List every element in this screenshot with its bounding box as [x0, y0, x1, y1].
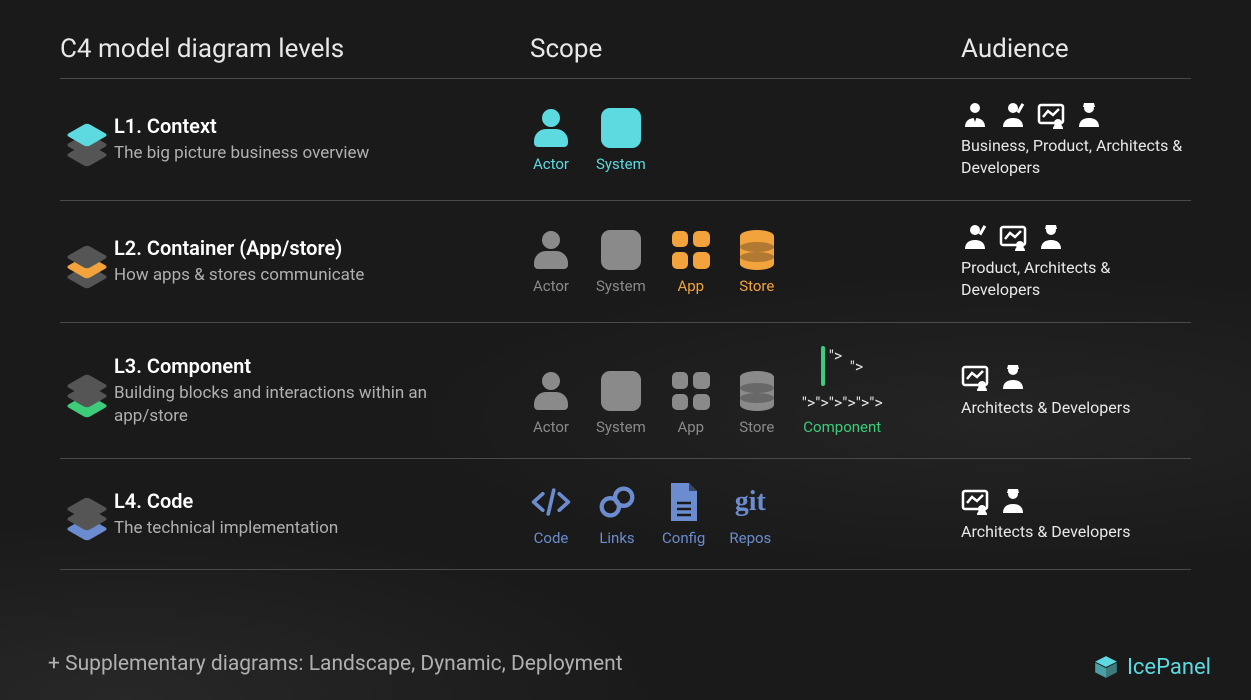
audience-cell: Product, Architects & Developers	[961, 223, 1191, 300]
level-title: L3. Component	[114, 354, 470, 378]
level-row: L4. Code The technical implementation Co…	[60, 459, 1191, 570]
level-row: L1. Context The big picture business ove…	[60, 79, 1191, 201]
archboard-icon	[1037, 101, 1065, 129]
product-icon	[961, 223, 989, 251]
scope-group: Actor System App Store	[490, 229, 961, 295]
actor-icon	[530, 229, 572, 271]
audience-cell: Business, Product, Architects & Develope…	[961, 101, 1191, 178]
scope-label: Store	[739, 277, 774, 295]
audience-text: Business, Product, Architects & Develope…	[961, 135, 1191, 178]
config-icon	[663, 481, 705, 523]
level-title: L2. Container (App/store)	[114, 236, 470, 260]
dev-icon	[999, 487, 1027, 515]
level-row: L3. Component Building blocks and intera…	[60, 323, 1191, 459]
scope-actor: Actor	[530, 107, 572, 173]
scope-code: Code	[530, 481, 572, 547]
actor-icon	[530, 107, 572, 149]
dev-icon	[1075, 101, 1103, 129]
scope-app: App	[670, 370, 712, 436]
scope-config: Config	[662, 481, 705, 547]
scope-store: Store	[736, 229, 778, 295]
stack-icon	[69, 373, 105, 409]
audience-text: Architects & Developers	[961, 397, 1191, 419]
app-icon	[670, 229, 712, 271]
scope-label: System	[596, 155, 646, 173]
store-icon	[736, 370, 778, 412]
app-icon	[670, 370, 712, 412]
scope-label: Links	[599, 529, 634, 547]
scope-label: Actor	[533, 155, 569, 173]
level-row: L2. Container (App/store) How apps & sto…	[60, 201, 1191, 323]
links-icon	[596, 481, 638, 523]
system-icon	[600, 370, 642, 412]
archboard-icon	[999, 223, 1027, 251]
audience-text: Product, Architects & Developers	[961, 257, 1191, 300]
component-icon: ">">	[821, 345, 863, 387]
scope-group: Code Links Config git Repos	[490, 481, 961, 547]
stack-icon	[69, 244, 105, 280]
audience-cell: Architects & Developers	[961, 363, 1191, 419]
product-icon	[999, 101, 1027, 129]
archboard-icon	[961, 363, 989, 391]
supplementary-text: + Supplementary diagrams: Landscape, Dyn…	[48, 652, 623, 676]
scope-label: Repos	[729, 529, 771, 547]
icepanel-logo-icon	[1093, 654, 1119, 680]
scope-label: Actor	[533, 277, 569, 295]
scope-app: App	[670, 229, 712, 295]
business-icon	[961, 101, 989, 129]
scope-store: Store	[736, 370, 778, 436]
level-subtitle: How apps & stores communicate	[114, 264, 470, 287]
scope-label: App	[677, 277, 704, 295]
header-scope: Scope	[530, 34, 961, 64]
scope-system: System	[596, 229, 646, 295]
scope-label: Actor	[533, 418, 569, 436]
level-title: L4. Code	[114, 489, 470, 513]
header-audience: Audience	[961, 34, 1191, 64]
scope-label: Config	[662, 529, 705, 547]
header-levels: C4 model diagram levels	[60, 34, 490, 64]
scope-group: Actor System App Store ">">">">">">">"> C…	[490, 345, 961, 436]
level-title: L1. Context	[114, 114, 470, 138]
store-icon	[736, 229, 778, 271]
scope-label: Code	[534, 529, 569, 547]
scope-links: Links	[596, 481, 638, 547]
system-icon	[600, 229, 642, 271]
scope-label: System	[596, 418, 646, 436]
scope-repos: git Repos	[729, 481, 771, 547]
table-header: C4 model diagram levels Scope Audience	[60, 34, 1191, 79]
code-icon	[530, 481, 572, 523]
dev-icon	[1037, 223, 1065, 251]
scope-actor: Actor	[530, 229, 572, 295]
level-subtitle: The big picture business overview	[114, 142, 470, 165]
brand: IcePanel	[1093, 654, 1211, 680]
level-subtitle: Building blocks and interactions within …	[114, 382, 470, 428]
stack-icon	[69, 122, 105, 158]
scope-label: App	[677, 418, 704, 436]
scope-system: System	[596, 370, 646, 436]
repos-icon: git	[729, 481, 771, 523]
actor-icon	[530, 370, 572, 412]
scope-actor: Actor	[530, 370, 572, 436]
scope-label: System	[596, 277, 646, 295]
level-subtitle: The technical implementation	[114, 517, 470, 540]
audience-text: Architects & Developers	[961, 521, 1191, 543]
scope-system: System	[596, 107, 646, 173]
scope-label: Store	[739, 418, 774, 436]
audience-cell: Architects & Developers	[961, 487, 1191, 543]
scope-group: Actor System	[490, 107, 961, 173]
system-icon	[600, 107, 642, 149]
scope-label: Component	[803, 418, 881, 436]
stack-icon	[69, 496, 105, 532]
archboard-icon	[961, 487, 989, 515]
dev-icon	[999, 363, 1027, 391]
scope-component: ">">">">">">">"> Component	[802, 345, 883, 436]
brand-label: IcePanel	[1127, 655, 1211, 680]
